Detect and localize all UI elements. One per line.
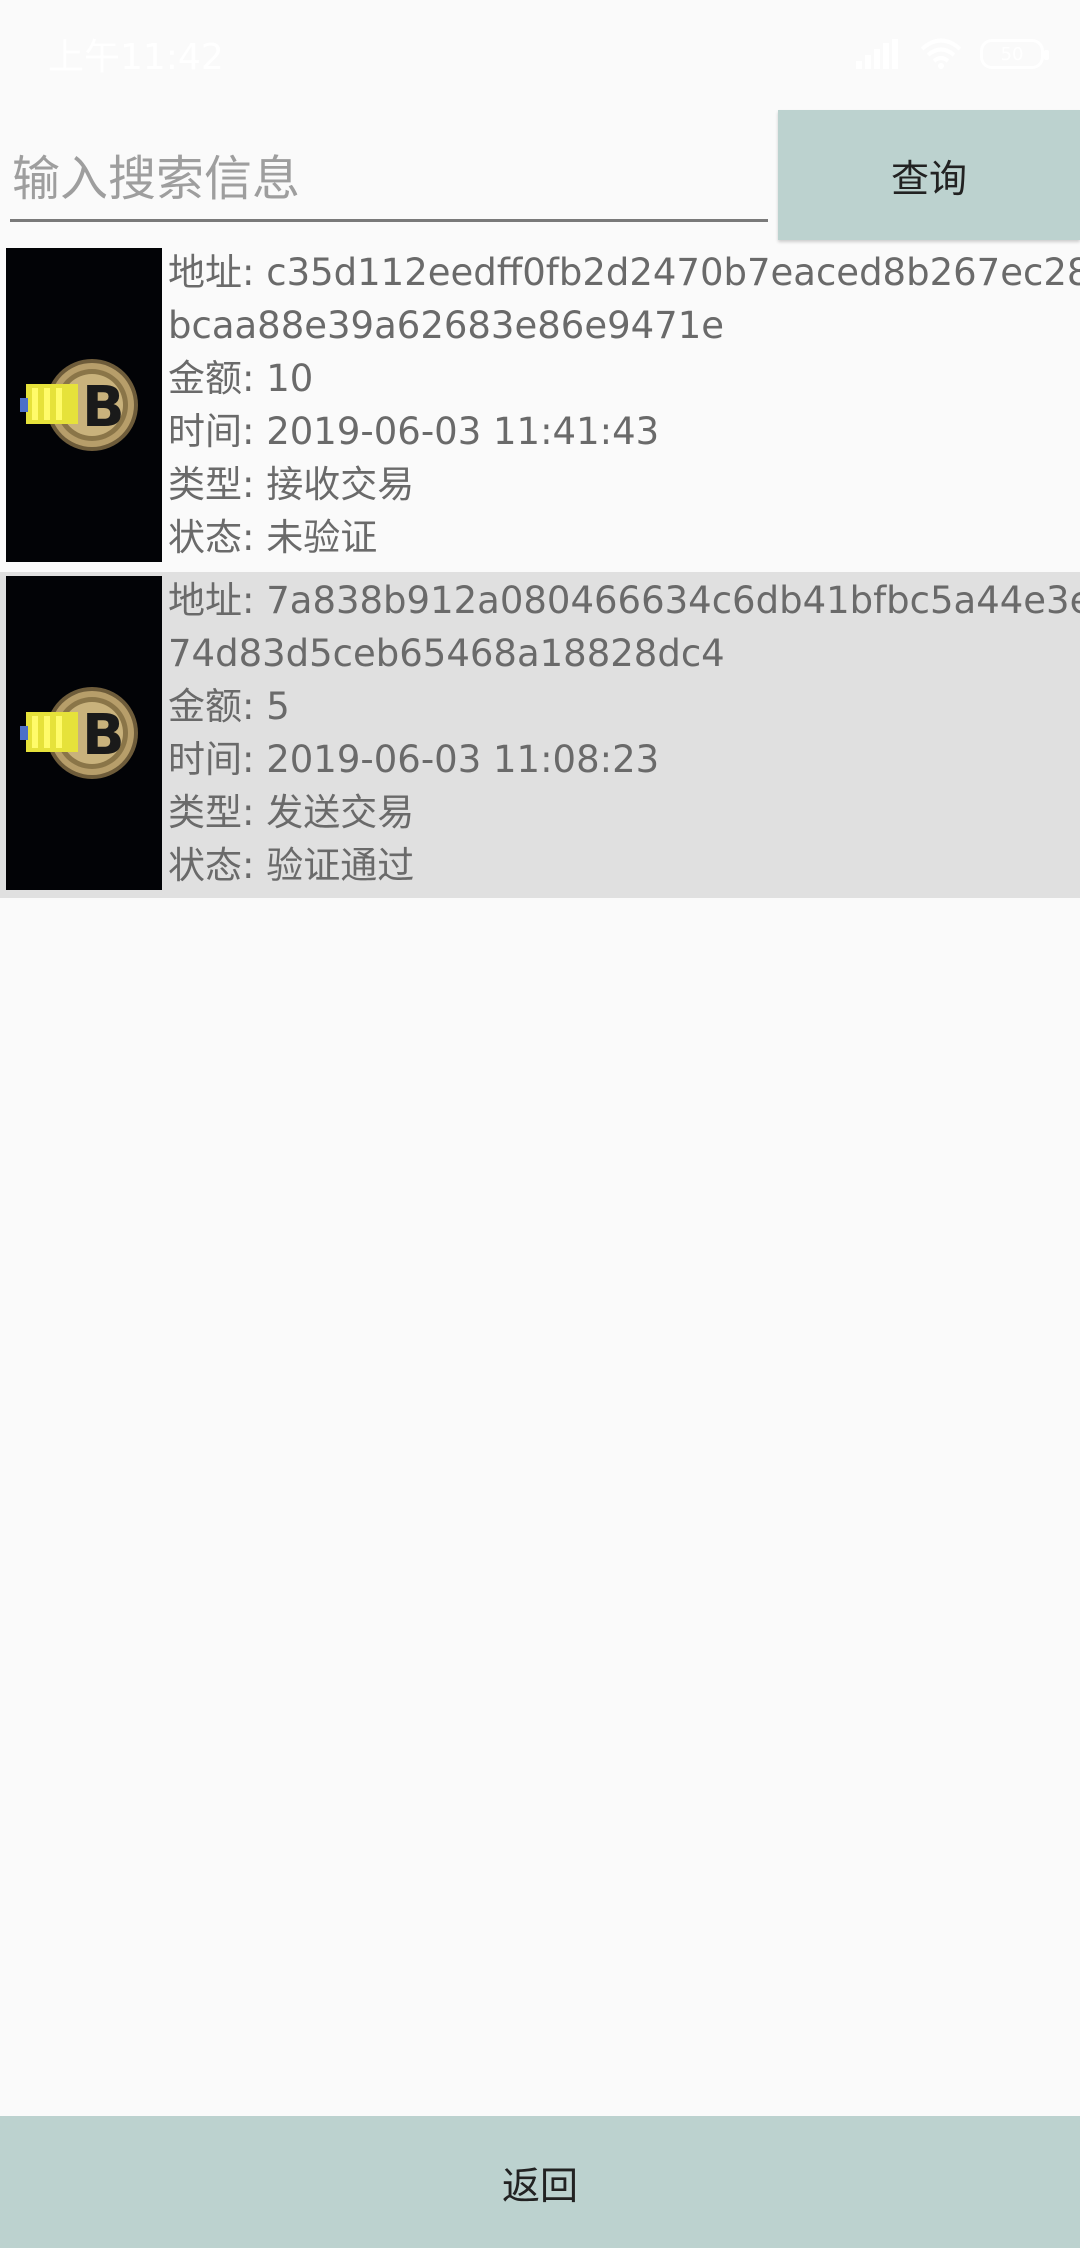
- search-button[interactable]: 查询: [778, 110, 1080, 240]
- type-text: 类型: 发送交易: [168, 791, 415, 834]
- battery-icon: 50: [980, 39, 1049, 69]
- transaction-list: B 地址: c35d112eedff0fb2d2470b7eaced8b267e…: [0, 244, 1080, 900]
- list-item[interactable]: B 地址: 7a838b912a080466634c6db41bfbc5a44e…: [0, 572, 1080, 898]
- svg-text:B: B: [82, 375, 125, 440]
- status-icons: 50: [856, 38, 1049, 70]
- bitcoin-image: B: [6, 576, 162, 890]
- status-text: 状态: 未验证: [168, 516, 378, 559]
- amount-text: 金额: 10: [168, 357, 314, 400]
- svg-text:B: B: [82, 703, 125, 768]
- address-line-continued: bcaa88e39a62683e86e9471e: [168, 304, 725, 347]
- search-input[interactable]: [10, 138, 768, 222]
- battery-level: 50: [1000, 43, 1024, 65]
- wifi-icon: [920, 38, 962, 69]
- bitcoin-image: B: [6, 248, 162, 562]
- back-button[interactable]: 返回: [0, 2116, 1080, 2248]
- list-item[interactable]: B 地址: c35d112eedff0fb2d2470b7eaced8b267e…: [0, 244, 1080, 570]
- transaction-details: 地址: c35d112eedff0fb2d2470b7eaced8b267ec2…: [168, 246, 1080, 564]
- search-row: 查询: [0, 110, 1080, 242]
- type-text: 类型: 接收交易: [168, 463, 415, 506]
- screen: 上午11:42 50 查询: [0, 0, 1080, 2248]
- address-line: 地址: 7a838b912a080466634c6db41bfbc5a44e3e…: [168, 579, 1080, 622]
- time-text: 时间: 2019-06-03 11:08:23: [168, 738, 660, 781]
- status-bar: 上午11:42 50: [0, 0, 1080, 110]
- status-text: 状态: 验证通过: [168, 844, 415, 887]
- status-time: 上午11:42: [48, 37, 224, 78]
- signal-icon: [856, 39, 898, 69]
- transaction-details: 地址: 7a838b912a080466634c6db41bfbc5a44e3e…: [168, 574, 1080, 892]
- address-line: 地址: c35d112eedff0fb2d2470b7eaced8b267ec2…: [168, 251, 1080, 294]
- time-text: 时间: 2019-06-03 11:41:43: [168, 410, 660, 453]
- address-line-continued: 74d83d5ceb65468a18828dc4: [168, 632, 725, 675]
- amount-text: 金额: 5: [168, 685, 290, 728]
